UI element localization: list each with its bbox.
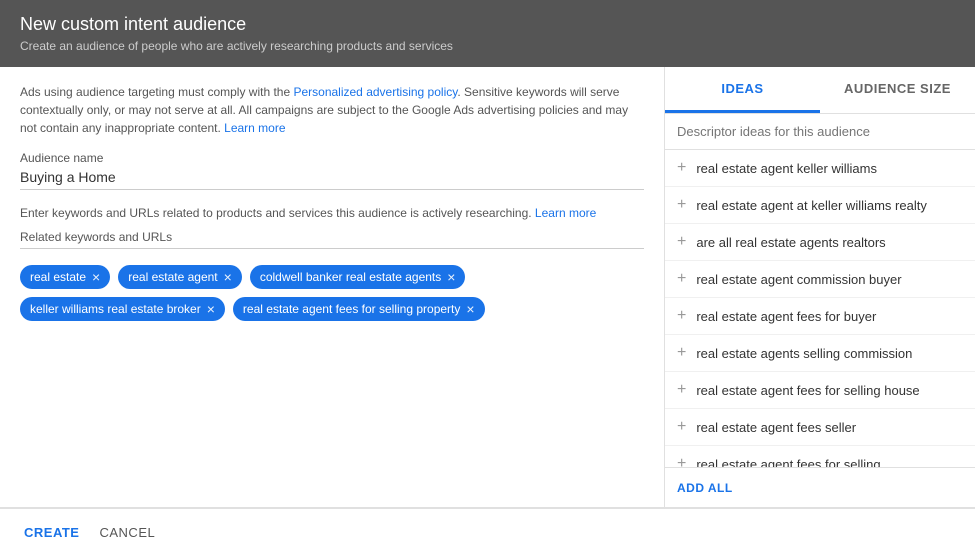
tag: coldwell banker real estate agents × xyxy=(250,265,466,289)
keywords-notice: Enter keywords and URLs related to produ… xyxy=(20,204,644,222)
tag: real estate agent fees for selling prope… xyxy=(233,297,485,321)
policy-text1: Ads using audience targeting must comply… xyxy=(20,85,293,99)
tag-label: keller williams real estate broker xyxy=(30,302,201,316)
add-idea-icon: + xyxy=(677,307,686,325)
keywords-notice-text: Enter keywords and URLs related to produ… xyxy=(20,206,535,220)
add-idea-icon: + xyxy=(677,455,686,467)
main-content: Ads using audience targeting must comply… xyxy=(0,67,975,507)
tag-label: real estate agent fees for selling prope… xyxy=(243,302,460,316)
add-idea-icon: + xyxy=(677,381,686,399)
idea-text: real estate agent fees for buyer xyxy=(696,309,876,324)
create-button[interactable]: CREATE xyxy=(20,519,83,546)
page-subtitle: Create an audience of people who are act… xyxy=(20,39,955,53)
tag-close-icon[interactable]: × xyxy=(447,270,455,284)
ideas-list: + real estate agent keller williams + real … xyxy=(665,150,975,467)
ideas-search-container[interactable] xyxy=(665,114,975,150)
idea-text: real estate agent at keller williams rea… xyxy=(696,198,927,213)
keywords-notice-link[interactable]: Learn more xyxy=(535,206,596,220)
idea-item[interactable]: + real estate agent keller williams xyxy=(665,150,975,187)
tag-close-icon[interactable]: × xyxy=(92,270,100,284)
add-idea-icon: + xyxy=(677,233,686,251)
add-idea-icon: + xyxy=(677,270,686,288)
keywords-label: Related keywords and URLs xyxy=(20,230,644,249)
right-panel: IDEAS AUDIENCE SIZE + real estate agent k… xyxy=(665,67,975,507)
keywords-section: Enter keywords and URLs related to produ… xyxy=(20,204,644,321)
tab-audience-size[interactable]: AUDIENCE SIZE xyxy=(820,67,975,113)
add-all-section: ADD ALL xyxy=(665,467,975,507)
page-header: New custom intent audience Create an aud… xyxy=(0,0,975,67)
page-title: New custom intent audience xyxy=(20,14,955,35)
audience-name-label: Audience name xyxy=(20,151,644,165)
cancel-button[interactable]: CANCEL xyxy=(95,519,159,546)
tag-label: real estate xyxy=(30,270,86,284)
policy-link2[interactable]: Learn more xyxy=(224,121,285,135)
idea-item[interactable]: + real estate agents selling commission xyxy=(665,335,975,372)
tag-label: coldwell banker real estate agents xyxy=(260,270,441,284)
ideas-search-input[interactable] xyxy=(677,124,963,139)
idea-text: are all real estate agents realtors xyxy=(696,235,885,250)
tag: real estate agent × xyxy=(118,265,242,289)
policy-link1[interactable]: Personalized advertising policy xyxy=(293,85,457,99)
tag: real estate × xyxy=(20,265,110,289)
idea-text: real estate agent commission buyer xyxy=(696,272,901,287)
tag: keller williams real estate broker × xyxy=(20,297,225,321)
tabs: IDEAS AUDIENCE SIZE xyxy=(665,67,975,114)
tag-close-icon[interactable]: × xyxy=(466,302,474,316)
idea-item[interactable]: + real estate agent fees seller xyxy=(665,409,975,446)
add-idea-icon: + xyxy=(677,418,686,436)
idea-item[interactable]: + real estate agent fees for buyer xyxy=(665,298,975,335)
add-idea-icon: + xyxy=(677,344,686,362)
idea-text: real estate agent fees for selling xyxy=(696,457,880,468)
audience-name-value: Buying a Home xyxy=(20,169,644,190)
idea-text: real estate agent fees seller xyxy=(696,420,856,435)
tab-ideas[interactable]: IDEAS xyxy=(665,67,820,113)
idea-text: real estate agent fees for selling house xyxy=(696,383,919,398)
idea-item[interactable]: + are all real estate agents realtors xyxy=(665,224,975,261)
idea-item[interactable]: + real estate agent at keller williams re… xyxy=(665,187,975,224)
idea-text: real estate agent keller williams xyxy=(696,161,877,176)
idea-item[interactable]: + real estate agent fees for selling xyxy=(665,446,975,467)
policy-notice: Ads using audience targeting must comply… xyxy=(20,83,644,137)
tag-close-icon[interactable]: × xyxy=(207,302,215,316)
idea-text: real estate agents selling commission xyxy=(696,346,912,361)
tag-label: real estate agent xyxy=(128,270,217,284)
footer: CREATE CANCEL xyxy=(0,507,975,556)
audience-name-group: Audience name Buying a Home xyxy=(20,151,644,190)
tags-container: real estate×real estate agent×coldwell b… xyxy=(20,257,644,321)
add-idea-icon: + xyxy=(677,196,686,214)
left-panel: Ads using audience targeting must comply… xyxy=(0,67,665,507)
add-all-button[interactable]: ADD ALL xyxy=(677,481,733,495)
idea-item[interactable]: + real estate agent commission buyer xyxy=(665,261,975,298)
add-idea-icon: + xyxy=(677,159,686,177)
idea-item[interactable]: + real estate agent fees for selling hous… xyxy=(665,372,975,409)
tag-close-icon[interactable]: × xyxy=(224,270,232,284)
